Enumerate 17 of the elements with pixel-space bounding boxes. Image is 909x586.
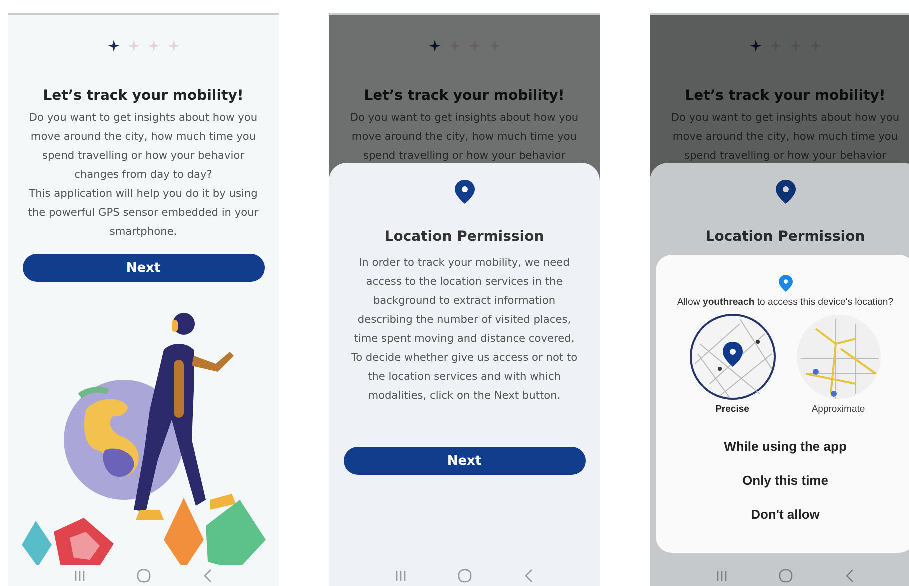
description-text: Do you want to get insights about how you move around the city, how much time you spend travelling or how your behavior changes from day to day? This application will help you do it by using the powerful GPS sensor embedded in your smartphone.	[28, 111, 259, 240]
sheet-title: Location Permission	[384, 228, 544, 246]
accuracy-option[interactable]: Approximate	[796, 314, 882, 415]
screen-title: Let’s track your mobility!	[685, 87, 886, 105]
dialog-action-button[interactable]: Don't allow	[751, 497, 820, 531]
sheet-title: Location Permission	[706, 228, 866, 246]
description-text: Do you want to get insights about how you move around the city, how much time you spend travelling or how your behavior	[350, 111, 579, 164]
dialog-question: Allow youthreach to access this device's location?	[677, 297, 894, 308]
description-text: Do you want to get insights about how you move around the city, how much time you spend travelling or how your behavior	[671, 111, 900, 164]
dialog-action-button[interactable]: While using the app	[724, 429, 847, 463]
permission-text: In order to track your mobility, we need access to the location services in the background to extract information describing the number of visited places, time spent moving and distance covered. To decide whether give us access or not to the location services and with which modalities, click on the Next button.	[351, 256, 578, 404]
screen-title: Let’s track your mobility!	[43, 87, 244, 105]
dialog-action-button[interactable]: Only this time	[742, 463, 828, 497]
next-button[interactable]: Next	[344, 447, 586, 475]
accuracy-option[interactable]: Precise	[690, 314, 776, 415]
screen-title: Let’s track your mobility!	[364, 87, 565, 105]
next-button[interactable]: Next	[22, 254, 264, 282]
